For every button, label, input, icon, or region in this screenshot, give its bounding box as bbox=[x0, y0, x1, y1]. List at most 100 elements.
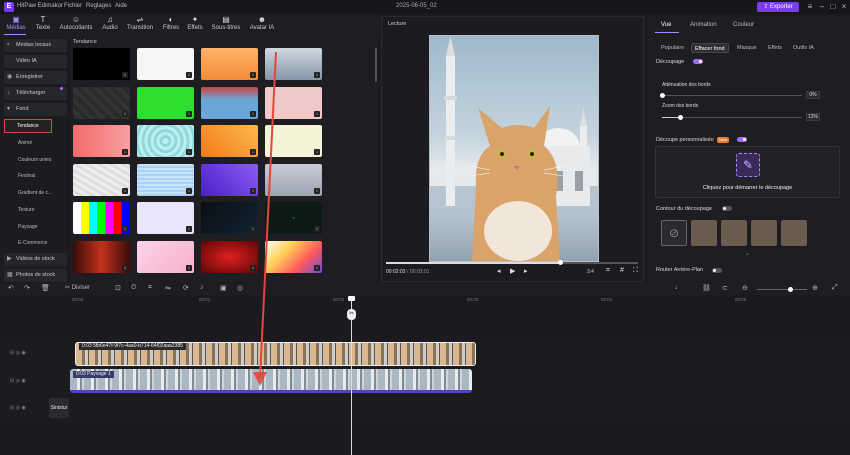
download-icon[interactable]: ↓ bbox=[122, 72, 128, 78]
thumb-color-bars[interactable]: ↓ bbox=[73, 202, 130, 234]
download-icon[interactable]: ↓ bbox=[250, 111, 256, 117]
download-icon[interactable]: ↓ bbox=[186, 226, 192, 232]
thumb-lavender[interactable]: ↓ bbox=[137, 202, 194, 234]
thumb-city-mosque[interactable]: ↓ bbox=[265, 48, 322, 80]
image-icon[interactable]: ▣ bbox=[220, 284, 227, 292]
thumb-blue-grid[interactable]: ↓ bbox=[137, 164, 194, 196]
sidebar-item-enregistrer[interactable]: ◉ Enregistrer bbox=[4, 71, 67, 84]
thumb-purple-waves[interactable]: ↓ bbox=[201, 164, 258, 196]
tool-texte[interactable]: T Texte bbox=[32, 15, 54, 35]
download-icon[interactable]: ↓ bbox=[186, 149, 192, 155]
split-button[interactable]: ✂ Diviser bbox=[65, 284, 90, 291]
link-icon[interactable]: ⛓ bbox=[702, 284, 711, 292]
timeline-zoom-slider[interactable] bbox=[757, 289, 807, 290]
grid-scrollbar[interactable] bbox=[375, 48, 377, 82]
playhead-handle[interactable] bbox=[348, 296, 355, 301]
track-lock-icon[interactable]: ⊟ ◎ ◉ bbox=[10, 350, 26, 356]
download-icon[interactable]: ↓ bbox=[250, 226, 256, 232]
timeline-text-clip[interactable]: Sinistur bbox=[49, 398, 69, 418]
tool-filtres[interactable]: ◐ Filtres bbox=[159, 15, 183, 35]
attenuation-slider[interactable] bbox=[662, 95, 802, 96]
attenuation-value[interactable]: 0% bbox=[806, 91, 820, 99]
tab-vue[interactable]: Vue bbox=[661, 22, 671, 28]
contour-none-icon[interactable]: ⊘ bbox=[661, 220, 687, 246]
menu-icon[interactable]: ≡ bbox=[804, 1, 816, 13]
progress-handle[interactable] bbox=[557, 260, 563, 265]
sidebar-sub-tendance[interactable]: Tendance bbox=[4, 119, 52, 133]
download-icon[interactable]: ↓ bbox=[314, 226, 320, 232]
play-icon[interactable]: ▶ bbox=[510, 267, 515, 275]
thumb-white[interactable]: ↓ bbox=[137, 48, 194, 80]
tool-medias[interactable]: ▣ Médias bbox=[4, 15, 28, 35]
thumb-pink[interactable]: ↓ bbox=[265, 87, 322, 119]
thumb-black[interactable]: ↓ bbox=[73, 48, 130, 80]
sidebar-item-videos-stock[interactable]: ▶ Vidéos de stock bbox=[4, 253, 67, 266]
subtab-masque[interactable]: Masque bbox=[734, 43, 760, 53]
zoom-out-icon[interactable]: ⊖ bbox=[742, 284, 748, 292]
thumb-dark-lines[interactable]: ↓ bbox=[201, 202, 258, 234]
aspect-ratio[interactable]: 3:4 bbox=[587, 269, 594, 275]
download-icon[interactable]: ↓ bbox=[250, 265, 256, 271]
grid-icon[interactable]: # bbox=[620, 267, 624, 274]
thumb-dark-texture[interactable]: ↓ bbox=[73, 87, 130, 119]
download-icon[interactable]: ↓ bbox=[314, 72, 320, 78]
subtab-outils-ia[interactable]: Outils IA bbox=[790, 43, 817, 53]
thumb-white-texture[interactable]: ↓ bbox=[73, 164, 130, 196]
sidebar-item-medias-locaux[interactable]: ▪ Médias locaux bbox=[4, 39, 67, 52]
download-icon[interactable]: ↓ bbox=[250, 188, 256, 194]
download-icon[interactable]: ↓ bbox=[186, 72, 192, 78]
download-icon[interactable]: ↓ bbox=[314, 265, 320, 271]
contour-style-2[interactable] bbox=[721, 220, 747, 246]
download-icon[interactable]: ↓ bbox=[122, 226, 128, 232]
export-button[interactable]: ⇪ Exporter bbox=[757, 2, 799, 12]
tool-autocollants[interactable]: ☺ Autocollants bbox=[57, 15, 95, 35]
download-icon[interactable]: ↓ bbox=[186, 111, 192, 117]
delete-icon[interactable]: 🗑 bbox=[41, 284, 50, 292]
zoom-value[interactable]: 13% bbox=[806, 113, 820, 121]
download-icon[interactable]: ↓ bbox=[122, 111, 128, 117]
sidebar-sub-e-commerce[interactable]: E-Commerce bbox=[18, 240, 47, 246]
preview-canvas[interactable] bbox=[429, 35, 599, 262]
attenuation-handle[interactable] bbox=[660, 93, 665, 98]
thumb-orange[interactable]: ↓ bbox=[201, 48, 258, 80]
menu-aide[interactable]: Aide bbox=[115, 3, 127, 9]
download-icon[interactable]: ↓ bbox=[314, 111, 320, 117]
sidebar-sub-festival[interactable]: Festival bbox=[18, 173, 35, 179]
contour-toggle[interactable] bbox=[722, 206, 732, 211]
tab-animation[interactable]: Animation bbox=[690, 22, 717, 28]
thumb-red-corridor[interactable]: ↓ bbox=[73, 241, 130, 273]
track-lock-icon[interactable]: ⊟ ◎ ◉ bbox=[10, 405, 26, 411]
redo-icon[interactable]: ↷ bbox=[24, 284, 30, 292]
audio-detach-icon[interactable]: ♪ bbox=[200, 284, 204, 291]
sidebar-sub-anime[interactable]: Animé bbox=[18, 140, 32, 146]
download-icon[interactable]: ↓ bbox=[186, 265, 192, 271]
thumb-orange-waves[interactable]: ↓ bbox=[201, 125, 258, 157]
sidebar-sub-paysage[interactable]: Paysage bbox=[18, 224, 37, 230]
prev-frame-icon[interactable]: ◂ bbox=[497, 267, 501, 275]
download-icon[interactable]: ↓ bbox=[122, 188, 128, 194]
sidebar-item-video-ia[interactable]: Vidéo IA bbox=[4, 55, 67, 68]
custom-cut-toggle[interactable] bbox=[737, 137, 747, 142]
subtab-effets[interactable]: Effets bbox=[765, 43, 785, 53]
tool-audio[interactable]: ♫ Audio bbox=[99, 15, 121, 35]
thumb-green-screen[interactable]: ↓ bbox=[137, 87, 194, 119]
download-icon[interactable]: ↓ bbox=[122, 265, 128, 271]
thumb-pink-soft[interactable]: ↓ bbox=[137, 241, 194, 273]
thumb-green-dots[interactable]: ↓ bbox=[265, 202, 322, 234]
download-icon[interactable]: ↓ bbox=[314, 149, 320, 155]
thumb-golden-gate[interactable]: ↓ bbox=[201, 87, 258, 119]
mic-icon[interactable]: ♩ bbox=[675, 284, 682, 291]
next-frame-icon[interactable]: ▸ bbox=[524, 267, 528, 275]
snapshot-icon[interactable]: ◎ bbox=[237, 284, 243, 292]
menu-fichier[interactable]: Fichier bbox=[64, 3, 82, 9]
magnet-icon[interactable]: ⊂ bbox=[722, 284, 728, 292]
undo-icon[interactable]: ↶ bbox=[8, 284, 14, 292]
contour-style-1[interactable] bbox=[691, 220, 717, 246]
download-icon[interactable]: ↓ bbox=[186, 188, 192, 194]
thumb-aqua-rays[interactable]: ↓ bbox=[137, 125, 194, 157]
sidebar-item-photos-stock[interactable]: ▦ Photos de stock bbox=[4, 269, 67, 282]
subtab-effacer-fond[interactable]: Effacer fond bbox=[691, 43, 729, 53]
thumb-red-glow[interactable]: ↓ bbox=[201, 241, 258, 273]
scissor-icon[interactable]: ✂ bbox=[347, 309, 356, 320]
fit-icon[interactable]: ⤢ bbox=[832, 284, 838, 292]
